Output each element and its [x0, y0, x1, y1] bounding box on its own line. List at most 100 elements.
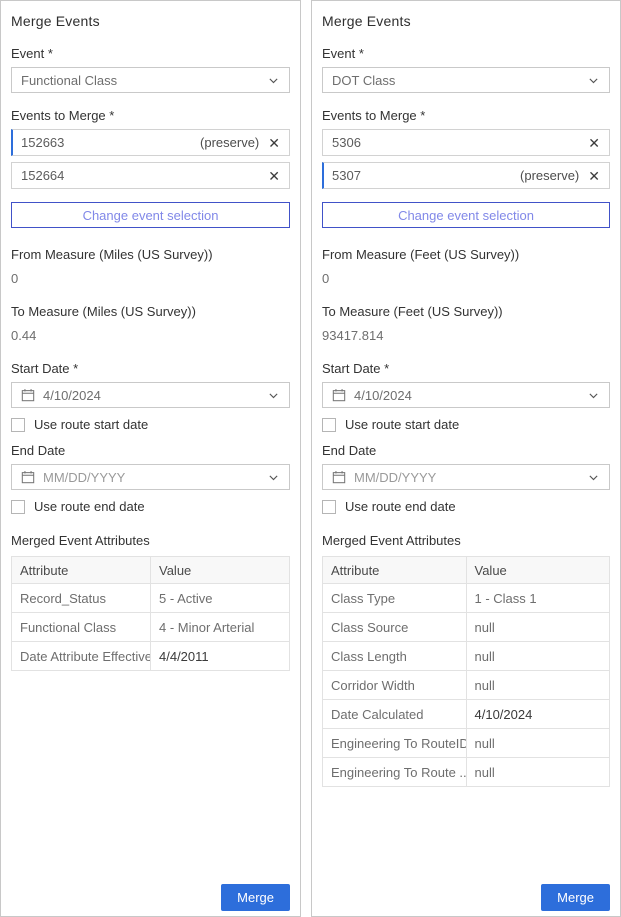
table-row: Class Source null — [323, 613, 610, 642]
use-route-start-date-label: Use route start date — [345, 417, 459, 432]
event-select[interactable]: Functional Class — [11, 67, 290, 93]
value-column-header: Value — [151, 557, 290, 584]
chevron-down-icon — [267, 74, 280, 87]
attribute-column-header: Attribute — [323, 557, 467, 584]
event-to-merge-input[interactable]: 5306 (preserve) ✕ — [322, 129, 610, 156]
table-header-row: Attribute Value — [12, 557, 290, 584]
chevron-down-icon — [587, 471, 600, 484]
chevron-down-icon — [587, 389, 600, 402]
end-date-label: End Date — [11, 443, 290, 458]
event-to-merge-input[interactable]: 5307 (preserve) ✕ — [322, 162, 610, 189]
to-measure-label: To Measure (Feet (US Survey)) — [322, 304, 610, 319]
table-row: Engineering To Route ... null — [323, 758, 610, 787]
merged-event-attributes-title: Merged Event Attributes — [11, 533, 290, 548]
table-row: Functional Class 4 - Minor Arterial — [12, 613, 290, 642]
value-cell: 5 - Active — [151, 584, 290, 613]
table-row: Date Attribute Effective 4/4/2011 — [12, 642, 290, 671]
end-date-picker[interactable]: MM/DD/YYYY — [322, 464, 610, 490]
end-date-placeholder: MM/DD/YYYY — [43, 470, 267, 485]
event-id-value: 152663 — [21, 135, 200, 150]
use-route-start-date-checkbox[interactable] — [322, 418, 336, 432]
to-measure-value: 0.44 — [11, 328, 290, 343]
value-column-header: Value — [466, 557, 610, 584]
value-cell: 4/4/2011 — [151, 642, 290, 671]
panel-footer: Merge — [11, 884, 290, 911]
event-label: Event * — [11, 46, 290, 61]
merge-button[interactable]: Merge — [541, 884, 610, 911]
value-cell: null — [466, 671, 610, 700]
merge-button[interactable]: Merge — [221, 884, 290, 911]
events-to-merge-list: 152663 (preserve) ✕ 152664 (preserve) ✕ — [11, 129, 290, 195]
change-event-selection-button[interactable]: Change event selection — [322, 202, 610, 228]
table-header-row: Attribute Value — [323, 557, 610, 584]
events-to-merge-list: 5306 (preserve) ✕ 5307 (preserve) ✕ — [322, 129, 610, 195]
event-id-value: 152664 — [21, 168, 268, 183]
from-measure-label: From Measure (Feet (US Survey)) — [322, 247, 610, 262]
value-cell: null — [466, 729, 610, 758]
value-cell: 1 - Class 1 — [466, 584, 610, 613]
attribute-cell: Engineering To RouteID — [323, 729, 467, 758]
page-title: Merge Events — [322, 13, 610, 29]
calendar-icon — [21, 388, 35, 402]
use-route-end-date-row: Use route end date — [11, 499, 290, 514]
change-event-selection-button[interactable]: Change event selection — [11, 202, 290, 228]
use-route-start-date-row: Use route start date — [11, 417, 290, 432]
end-date-placeholder: MM/DD/YYYY — [354, 470, 587, 485]
value-cell: null — [466, 642, 610, 671]
start-date-label: Start Date * — [322, 361, 610, 376]
attribute-cell: Class Source — [323, 613, 467, 642]
close-icon[interactable]: ✕ — [588, 136, 600, 150]
calendar-icon — [21, 470, 35, 484]
merged-event-attributes-table: Attribute Value Class Type 1 - Class 1 C… — [322, 556, 610, 787]
chevron-down-icon — [267, 471, 280, 484]
events-to-merge-label: Events to Merge * — [322, 108, 610, 123]
events-to-merge-label: Events to Merge * — [11, 108, 290, 123]
event-to-merge-input[interactable]: 152664 (preserve) ✕ — [11, 162, 290, 189]
attribute-cell: Date Calculated — [323, 700, 467, 729]
start-date-value: 4/10/2024 — [354, 388, 587, 403]
table-row: Record_Status 5 - Active — [12, 584, 290, 613]
end-date-label: End Date — [322, 443, 610, 458]
table-row: Engineering To RouteID null — [323, 729, 610, 758]
value-cell: null — [466, 613, 610, 642]
to-measure-label: To Measure (Miles (US Survey)) — [11, 304, 290, 319]
from-measure-label: From Measure (Miles (US Survey)) — [11, 247, 290, 262]
use-route-end-date-row: Use route end date — [322, 499, 610, 514]
start-date-value: 4/10/2024 — [43, 388, 267, 403]
event-id-value: 5306 — [332, 135, 588, 150]
close-icon[interactable]: ✕ — [268, 169, 280, 183]
attribute-cell: Record_Status — [12, 584, 151, 613]
panel-footer: Merge — [322, 884, 610, 911]
event-select[interactable]: DOT Class — [322, 67, 610, 93]
use-route-end-date-checkbox[interactable] — [322, 500, 336, 514]
attribute-cell: Class Type — [323, 584, 467, 613]
use-route-start-date-checkbox[interactable] — [11, 418, 25, 432]
start-date-picker[interactable]: 4/10/2024 — [322, 382, 610, 408]
end-date-picker[interactable]: MM/DD/YYYY — [11, 464, 290, 490]
use-route-start-date-row: Use route start date — [322, 417, 610, 432]
close-icon[interactable]: ✕ — [268, 136, 280, 150]
table-row: Date Calculated 4/10/2024 — [323, 700, 610, 729]
preserve-label: (preserve) — [200, 135, 259, 150]
calendar-icon — [332, 388, 346, 402]
start-date-picker[interactable]: 4/10/2024 — [11, 382, 290, 408]
event-to-merge-input[interactable]: 152663 (preserve) ✕ — [11, 129, 290, 156]
start-date-label: Start Date * — [11, 361, 290, 376]
value-cell: 4 - Minor Arterial — [151, 613, 290, 642]
calendar-icon — [332, 470, 346, 484]
use-route-end-date-checkbox[interactable] — [11, 500, 25, 514]
event-select-value: Functional Class — [21, 73, 267, 88]
to-measure-value: 93417.814 — [322, 328, 610, 343]
table-row: Corridor Width null — [323, 671, 610, 700]
value-cell: null — [466, 758, 610, 787]
preserve-label: (preserve) — [520, 168, 579, 183]
use-route-start-date-label: Use route start date — [34, 417, 148, 432]
attribute-cell: Functional Class — [12, 613, 151, 642]
merge-events-panel-left: Merge Events Event * Functional Class Ev… — [0, 0, 301, 917]
page-title: Merge Events — [11, 13, 290, 29]
event-id-value: 5307 — [332, 168, 520, 183]
from-measure-value: 0 — [322, 271, 610, 286]
attribute-column-header: Attribute — [12, 557, 151, 584]
close-icon[interactable]: ✕ — [588, 169, 600, 183]
chevron-down-icon — [587, 74, 600, 87]
